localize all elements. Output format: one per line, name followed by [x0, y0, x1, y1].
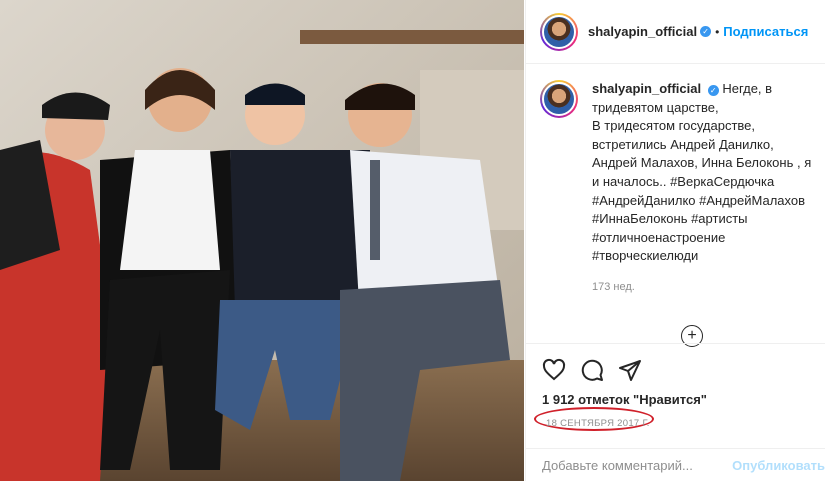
post-side-panel: shalyapin_official ✓ • Подписаться shaly…	[525, 0, 825, 481]
actions-bar: 1 912 отметок "Нравится"	[526, 343, 825, 407]
publish-button[interactable]: Опубликовать	[732, 458, 825, 473]
post-header: shalyapin_official ✓ • Подписаться	[526, 0, 825, 64]
follow-button[interactable]: Подписаться	[723, 24, 808, 39]
likes-count[interactable]: 1 912 отметок "Нравится"	[526, 392, 825, 407]
header-username[interactable]: shalyapin_official	[588, 24, 697, 39]
heart-icon[interactable]	[542, 358, 566, 382]
header-separator: •	[715, 24, 720, 39]
post-age[interactable]: 173 нед.	[592, 278, 819, 297]
avatar-image	[542, 82, 576, 116]
post-date: 18 СЕНТЯБРЯ 2017 Г.	[546, 418, 650, 429]
caption-block: shalyapin_official ✓ Негде, в тридевятом…	[540, 80, 819, 334]
caption-username[interactable]: shalyapin_official	[592, 81, 701, 96]
caption-avatar[interactable]	[540, 80, 578, 118]
post-photo-illustration	[0, 0, 524, 481]
verified-badge-icon: ✓	[707, 85, 719, 96]
caption: shalyapin_official ✓ Негде, в тридевятом…	[592, 80, 819, 334]
comment-icon[interactable]	[580, 358, 604, 382]
caption-text: Негде, в тридевятом царстве, В тридесято…	[592, 81, 812, 264]
comment-box: Опубликовать	[526, 448, 825, 481]
share-icon[interactable]	[618, 358, 642, 382]
comment-input[interactable]	[542, 457, 733, 473]
avatar-image	[542, 14, 576, 49]
post-photo[interactable]	[0, 0, 524, 481]
verified-badge-icon: ✓	[700, 26, 712, 37]
avatar[interactable]	[540, 12, 578, 51]
action-buttons	[526, 344, 825, 386]
